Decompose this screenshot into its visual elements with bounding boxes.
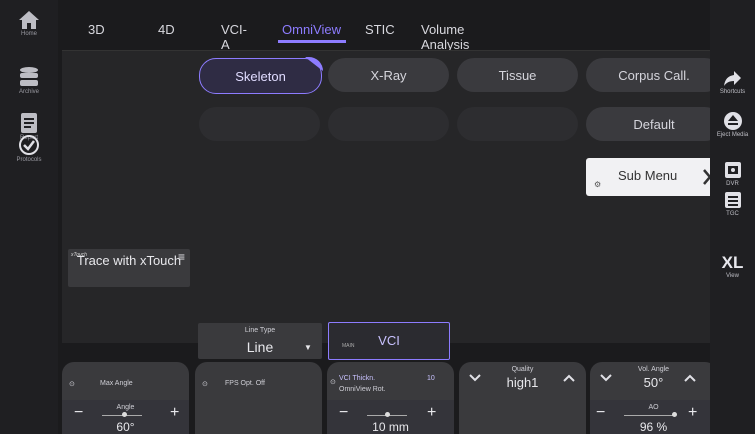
right-sidebar: Shortcuts Eject Media DVR TGC XL View — [710, 0, 755, 434]
thickness-value: 10 mm — [372, 420, 409, 434]
empty-slot-3 — [457, 107, 578, 141]
ao-value: 96 % — [639, 420, 668, 434]
vci-thickness-knob[interactable]: ⊙ VCI Thickn. 10 OmniView Rot. − + 10 mm — [327, 362, 454, 434]
protocols-label: Protocols — [16, 157, 42, 163]
ao-slider-thumb[interactable] — [672, 412, 677, 417]
fps-opt-label: FPS Opt. Off — [225, 380, 265, 387]
max-angle-knob[interactable]: ⊙ Max Angle − Angle + 60° — [62, 362, 189, 434]
tab-vci-a[interactable]: VCI-A — [221, 22, 247, 52]
xl-view-button[interactable]: XL View — [710, 253, 755, 279]
tab-4d[interactable]: 4D — [158, 22, 175, 37]
default-label: Default — [633, 116, 675, 132]
sliders-icon — [724, 192, 741, 208]
shortcuts-label: Shortcuts — [719, 89, 746, 95]
arrow-forward-icon — [723, 71, 741, 86]
trace-with-xtouch-button[interactable]: xTouch Trace with xTouch ≡ — [68, 249, 190, 287]
angle-slider-thumb[interactable] — [122, 412, 127, 417]
xl-icon: XL — [721, 253, 744, 272]
thickness-slider-thumb[interactable] — [385, 412, 390, 417]
eject-media-button[interactable]: Eject Media — [710, 111, 755, 138]
omniview-rot-label: OmniView Rot. — [339, 386, 386, 393]
dvr-label: DVR — [726, 181, 739, 187]
left-sidebar: Home Archive Report Protocols — [0, 0, 58, 434]
fps-opt-knob[interactable]: ⊙ FPS Opt. Off — [195, 362, 322, 434]
dropdown-arrow-icon: ▼ — [304, 343, 312, 352]
tab-stic[interactable]: STIC — [365, 22, 395, 37]
vol-angle-value: 50° — [643, 375, 664, 390]
tissue-mode-button[interactable]: Tissue — [457, 58, 578, 92]
skeleton-mode-label: Skeleton — [235, 68, 286, 84]
database-icon — [20, 67, 38, 86]
line-type-caption: Line Type — [244, 327, 276, 334]
document-icon — [21, 113, 37, 133]
skeleton-mode-button[interactable]: Skeleton — [199, 57, 323, 94]
x-ray-mode-label: X-Ray — [370, 67, 407, 83]
view-label: View — [726, 273, 739, 279]
chevron-up-icon[interactable] — [563, 374, 575, 382]
ao-label: AO — [648, 404, 659, 411]
controls-panel — [62, 50, 722, 343]
active-tab-indicator — [278, 40, 346, 43]
trace-label: Trace with xTouch — [76, 253, 182, 268]
vci-thickness-value: 10 — [427, 375, 435, 382]
tgc-label: TGC — [726, 211, 739, 217]
line-type-select[interactable]: Line Type Line ▼ — [198, 323, 322, 359]
sub-menu-button[interactable]: ⚙ Sub Menu — [586, 158, 722, 196]
radio-dot-icon: ⊙ — [330, 379, 336, 386]
dvr-button[interactable]: DVR — [710, 160, 755, 187]
menu-icon: ≡ — [178, 250, 186, 264]
home-icon — [19, 11, 39, 29]
corpus-call-mode-button[interactable]: Corpus Call. — [586, 58, 722, 92]
corpus-call-mode-label: Corpus Call. — [618, 67, 690, 83]
protocols-button[interactable]: Protocols — [0, 134, 58, 163]
check-circle-icon — [19, 135, 39, 155]
eject-media-label: Eject Media — [716, 132, 749, 138]
tissue-mode-label: Tissue — [498, 67, 537, 83]
radio-dot-icon: ⊙ — [69, 381, 75, 388]
angle-value: 60° — [116, 420, 135, 434]
empty-slot-1 — [199, 107, 320, 141]
quality-caption: Quality — [511, 366, 534, 373]
film-icon — [724, 162, 741, 178]
tab-3d[interactable]: 3D — [88, 22, 105, 37]
radio-dot-icon: ⊙ — [202, 381, 208, 388]
ao-slider-track — [624, 415, 674, 416]
vol-angle-knob[interactable]: Vol. Angle 50° − AO + 96 % — [590, 362, 717, 434]
quality-knob[interactable]: Quality high1 — [459, 362, 586, 434]
tgc-button[interactable]: TGC — [710, 190, 755, 217]
home-label: Home — [20, 31, 37, 37]
shortcuts-button[interactable]: Shortcuts — [710, 68, 755, 95]
empty-slot-2 — [328, 107, 449, 141]
eject-icon — [723, 112, 742, 130]
vci-button[interactable]: VCI — [328, 322, 450, 360]
tab-volume-analysis[interactable]: Volume Analysis — [421, 22, 469, 52]
main-label: MAIN — [342, 343, 355, 349]
sub-menu-label: Sub Menu — [618, 168, 678, 183]
archive-label: Archive — [18, 89, 39, 95]
max-angle-label: Max Angle — [100, 380, 133, 387]
vci-thickness-label: VCI Thickn. — [339, 375, 376, 382]
tab-omniview[interactable]: OmniView — [282, 22, 341, 37]
gear-icon: ⚙ — [594, 180, 602, 189]
vol-angle-caption: Vol. Angle — [637, 366, 670, 373]
home-button[interactable]: Home — [0, 10, 58, 37]
default-button[interactable]: Default — [586, 107, 722, 141]
x-ray-mode-button[interactable]: X-Ray — [328, 58, 449, 92]
chevron-up-icon[interactable] — [684, 374, 696, 382]
archive-button[interactable]: Archive — [0, 66, 58, 95]
